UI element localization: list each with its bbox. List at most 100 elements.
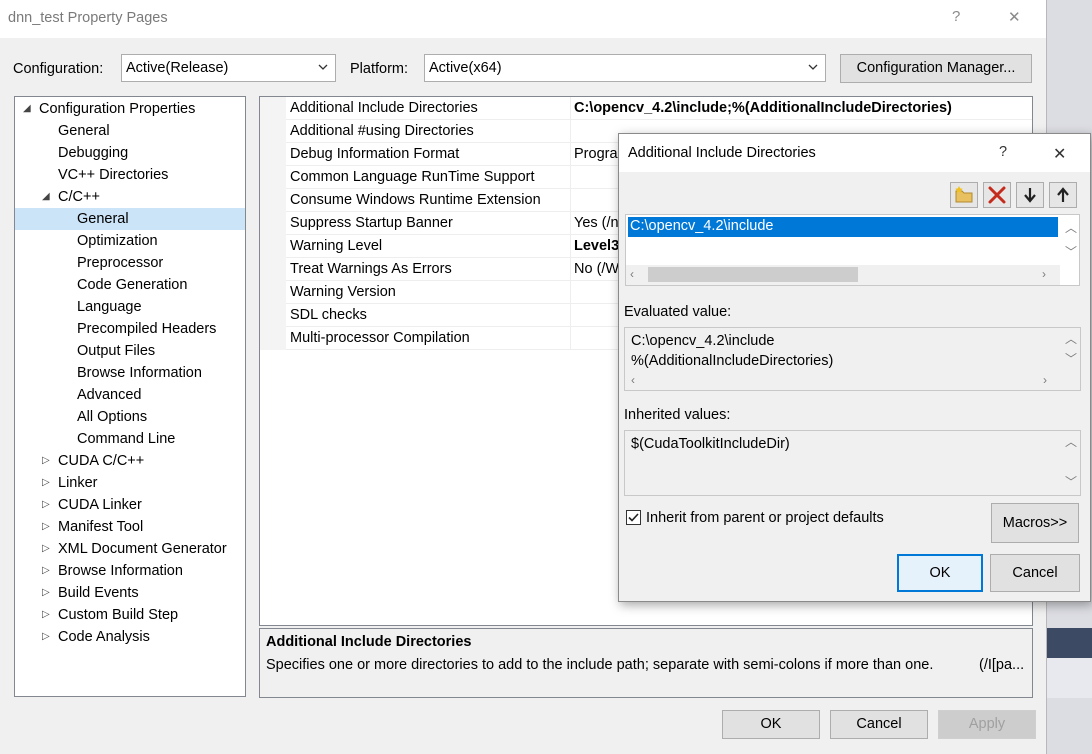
property-value[interactable]: Yes (/n — [574, 215, 619, 231]
tree-node[interactable]: ▷ Browse Information — [15, 560, 245, 582]
expand-arrow-icon[interactable]: ▷ — [42, 626, 50, 648]
scroll-up-arrow[interactable]: ︿ — [1065, 433, 1077, 450]
ok-button[interactable]: OK — [722, 710, 820, 739]
apply-button[interactable]: Apply — [938, 710, 1036, 739]
help-button[interactable]: ? — [952, 8, 960, 25]
scroll-left-arrow[interactable]: ‹ — [630, 267, 634, 281]
collapse-arrow-icon[interactable]: ◢ — [23, 98, 31, 120]
expand-arrow-icon[interactable]: ▷ — [42, 604, 50, 626]
tree-node[interactable]: Command Line — [15, 428, 245, 450]
tree-node[interactable]: Debugging — [15, 142, 245, 164]
tree-node[interactable]: Advanced — [15, 384, 245, 406]
new-folder-icon — [955, 186, 973, 203]
delete-button[interactable] — [983, 182, 1011, 208]
tree-node-label: Browse Information — [58, 563, 183, 579]
description-switch: (/I[pa... — [979, 657, 1025, 673]
move-down-icon — [1024, 188, 1036, 203]
tree-node-label: Code Generation — [77, 277, 188, 293]
chevron-down-icon — [318, 64, 328, 70]
row-gutter — [260, 258, 286, 281]
tree-node-label: Output Files — [77, 343, 156, 359]
tree-node[interactable]: ▷ CUDA Linker — [15, 494, 245, 516]
macros-button[interactable]: Macros>> — [991, 503, 1079, 543]
tree-node[interactable]: ▷ XML Document Generator — [15, 538, 245, 560]
tree-node[interactable]: General — [15, 120, 245, 142]
scroll-down-arrow[interactable]: ﹀ — [1065, 350, 1077, 367]
expand-arrow-icon[interactable]: ▷ — [42, 560, 50, 582]
tree-node[interactable]: ◢ C/C++ — [15, 186, 245, 208]
row-gutter — [260, 166, 286, 189]
collapse-arrow-icon[interactable]: ◢ — [42, 186, 50, 208]
tree-node[interactable]: ▷ Manifest Tool — [15, 516, 245, 538]
column-divider — [570, 327, 571, 350]
cancel-button[interactable]: Cancel — [830, 710, 928, 739]
configuration-dropdown[interactable]: Active(Release) — [121, 54, 336, 82]
dialog-cancel-button[interactable]: Cancel — [990, 554, 1080, 592]
column-divider — [570, 258, 571, 281]
scroll-right-arrow[interactable]: › — [1043, 373, 1047, 387]
tree-node[interactable]: ▷ Linker — [15, 472, 245, 494]
tree-node-label: Preprocessor — [77, 255, 164, 271]
tree-node[interactable]: Language — [15, 296, 245, 318]
expand-arrow-icon[interactable]: ▷ — [42, 538, 50, 560]
property-value[interactable]: No (/W — [574, 261, 619, 277]
property-row[interactable]: Additional Include Directories C:\opencv_… — [260, 97, 1032, 120]
tree-node[interactable]: Precompiled Headers — [15, 318, 245, 340]
tree-node[interactable]: Preprocessor — [15, 252, 245, 274]
close-button[interactable]: ✕ — [1008, 8, 1021, 26]
expand-arrow-icon[interactable]: ▷ — [42, 494, 50, 516]
expand-arrow-icon[interactable]: ▷ — [42, 582, 50, 604]
scroll-up-arrow[interactable]: ︿ — [1065, 219, 1077, 236]
scroll-right-arrow[interactable]: › — [1042, 267, 1046, 281]
tree-node-label: C/C++ — [58, 189, 100, 205]
property-value[interactable]: C:\opencv_4.2\include;%(AdditionalInclud… — [574, 100, 952, 116]
background-band — [1047, 628, 1092, 658]
tree-node[interactable]: Optimization — [15, 230, 245, 252]
tree-node[interactable]: ▷ Custom Build Step — [15, 604, 245, 626]
description-text: Specifies one or more directories to add… — [266, 657, 934, 673]
row-gutter — [260, 143, 286, 166]
tree-node[interactable]: All Options — [15, 406, 245, 428]
scroll-left-arrow[interactable]: ‹ — [631, 373, 635, 387]
scroll-up-arrow[interactable]: ︿ — [1065, 330, 1077, 347]
platform-value: Active(x64) — [429, 60, 502, 76]
inherit-checkbox-label[interactable]: Inherit from parent or project defaults — [646, 510, 884, 526]
tree-node-label: All Options — [77, 409, 148, 425]
property-value[interactable]: Level3 — [574, 238, 619, 254]
property-tree[interactable]: ◢ Configuration Properties General Debuggin… — [14, 96, 246, 697]
move-up-icon — [1057, 187, 1069, 202]
tree-node-label: CUDA C/C++ — [58, 453, 145, 469]
tree-node[interactable]: ▷ Build Events — [15, 582, 245, 604]
dialog-help-button[interactable]: ? — [999, 144, 1007, 160]
tree-node[interactable]: ◢ Configuration Properties — [15, 98, 245, 120]
expand-arrow-icon[interactable]: ▷ — [42, 472, 50, 494]
background-band — [1047, 658, 1092, 698]
move-up-button[interactable] — [1049, 182, 1077, 208]
horizontal-scrollbar[interactable]: ‹ › — [626, 265, 1060, 285]
scroll-down-arrow[interactable]: ﹀ — [1065, 243, 1077, 260]
scroll-down-arrow[interactable]: ﹀ — [1065, 473, 1077, 490]
dialog-close-button[interactable]: ✕ — [1053, 144, 1066, 164]
configuration-value: Active(Release) — [126, 60, 229, 76]
scrollbar-thumb[interactable] — [648, 267, 858, 282]
property-value[interactable]: Progra — [574, 146, 618, 162]
list-item-selected[interactable]: C:\opencv_4.2\include — [628, 217, 1058, 237]
expand-arrow-icon[interactable]: ▷ — [42, 516, 50, 538]
inherit-checkbox[interactable] — [626, 510, 641, 525]
tree-node-label: VC++ Directories — [58, 167, 169, 183]
expand-arrow-icon[interactable]: ▷ — [42, 450, 50, 472]
configuration-manager-button[interactable]: Configuration Manager... — [840, 54, 1032, 83]
tree-node[interactable]: ▷ CUDA C/C++ — [15, 450, 245, 472]
property-name: Common Language RunTime Support — [290, 169, 535, 185]
dialog-ok-button[interactable]: OK — [897, 554, 983, 592]
tree-node[interactable]: General — [15, 208, 245, 230]
move-down-button[interactable] — [1016, 182, 1044, 208]
tree-node[interactable]: Browse Information — [15, 362, 245, 384]
tree-node[interactable]: Output Files — [15, 340, 245, 362]
directory-list[interactable]: C:\opencv_4.2\include ︿ ﹀ ‹ › — [625, 214, 1080, 286]
new-line-button[interactable] — [950, 182, 978, 208]
tree-node[interactable]: Code Generation — [15, 274, 245, 296]
tree-node[interactable]: VC++ Directories — [15, 164, 245, 186]
tree-node[interactable]: ▷ Code Analysis — [15, 626, 245, 648]
platform-dropdown[interactable]: Active(x64) — [424, 54, 826, 82]
